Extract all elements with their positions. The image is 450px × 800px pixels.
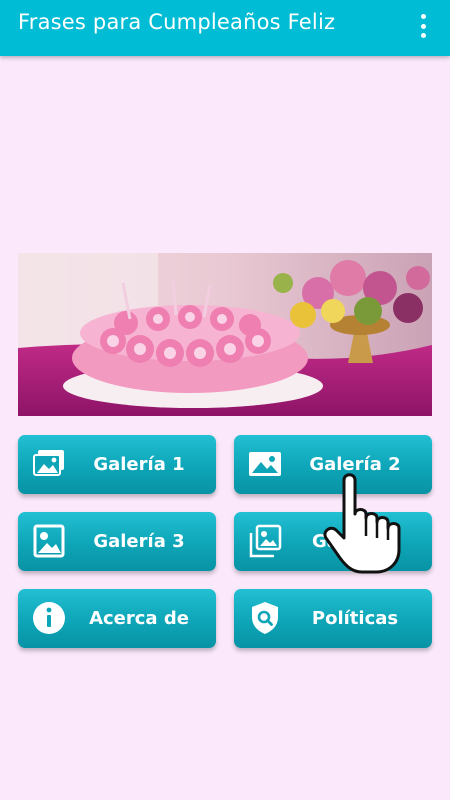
gallery-2-button[interactable]: Galería 2 [234, 435, 432, 494]
app-title: Frases para Cumpleaños Feliz [18, 10, 336, 34]
shield-search-icon [248, 601, 282, 635]
about-button[interactable]: Acerca de [18, 589, 216, 648]
portrait-photo-icon [32, 524, 66, 558]
photo-library-icon [248, 524, 282, 558]
app-bar: Frases para Cumpleaños Feliz [0, 0, 450, 56]
info-icon [32, 601, 66, 635]
image-icon [248, 447, 282, 481]
gallery-1-button[interactable]: Galería 1 [18, 435, 216, 494]
policies-button[interactable]: Políticas [234, 589, 432, 648]
gallery-3-button[interactable]: Galería 3 [18, 512, 216, 571]
gallery-4-button[interactable]: Ga [234, 512, 432, 571]
photo-stack-icon [32, 447, 66, 481]
more-vert-icon[interactable] [418, 14, 428, 38]
banner-image [18, 253, 432, 416]
